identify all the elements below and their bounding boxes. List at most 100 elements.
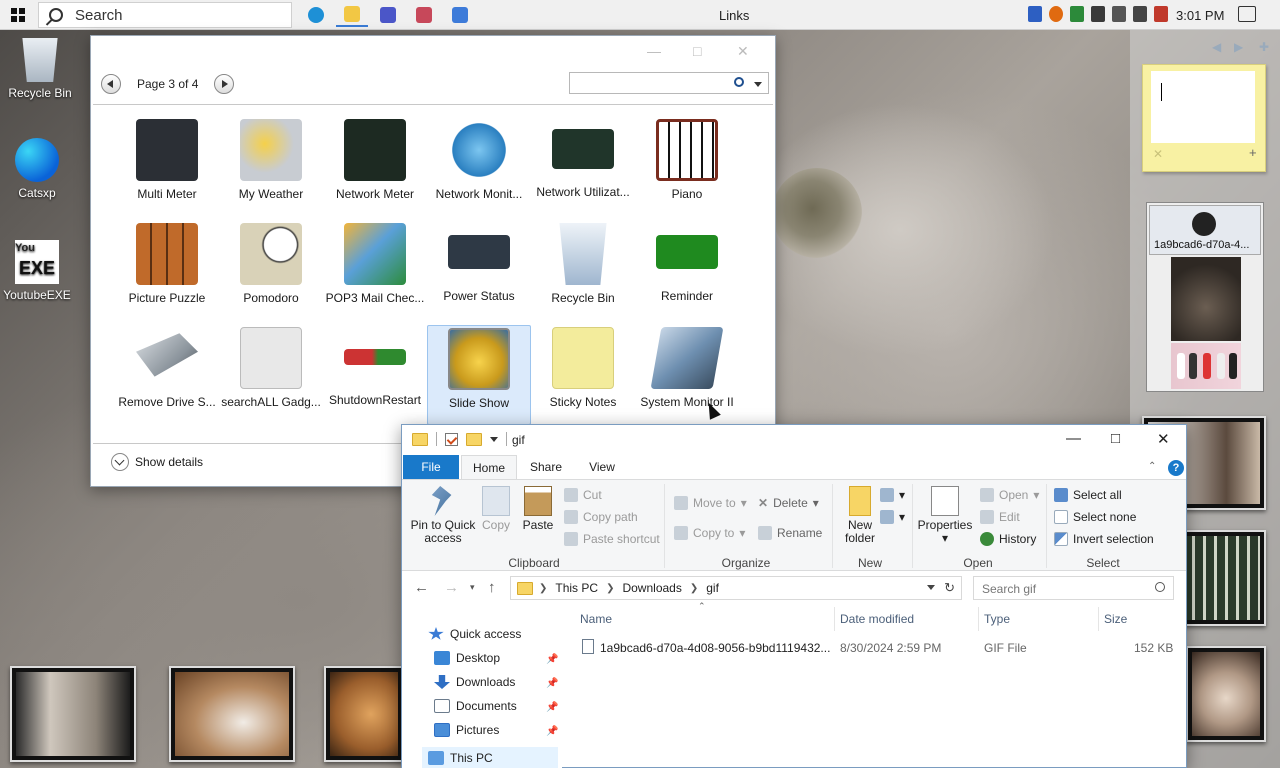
usb-icon[interactable] [1112,6,1126,22]
desktop-icon-youtubeexe[interactable]: YoutubeEXE [0,240,77,302]
desktop-icon-recycle-bin[interactable]: Recycle Bin [0,38,80,100]
column-size[interactable]: Size [1104,612,1127,626]
taskbar-clock[interactable]: 3:01 PM [1176,8,1224,23]
file-row[interactable]: 1a9bcad6-d70a-4d08-9056-b9bd1119432... 8… [572,637,1186,659]
gadget-search-input[interactable] [569,72,769,94]
notification-center-icon[interactable] [1238,6,1256,22]
sticky-add-icon[interactable]: + [1249,145,1257,160]
nav-documents[interactable]: Documents [434,699,517,713]
gadget-tile[interactable]: Network Monit... [427,117,531,217]
taskbar-app-3[interactable] [372,3,404,27]
previous-page-button[interactable] [101,74,121,94]
sidebar-next-icon[interactable]: ▶ [1234,40,1243,54]
column-type[interactable]: Type [984,612,1010,626]
sticky-note-gadget[interactable]: ✕ + [1142,64,1266,172]
gadget-tile[interactable]: Pomodoro [219,221,323,321]
nav-desktop[interactable]: Desktop [434,651,500,665]
paste-shortcut-button[interactable]: Paste shortcut [564,532,660,546]
invert-selection-button[interactable]: Invert selection [1054,532,1154,546]
column-name[interactable]: Name [580,612,612,626]
gadget-tile[interactable]: searchALL Gadg... [219,325,323,425]
pin-icon[interactable]: 📌 [546,678,558,689]
maximize-icon[interactable]: □ [693,43,701,59]
minimize-icon[interactable]: — [647,43,661,59]
desktop-icon-catsxp[interactable]: Catsxp [0,138,77,200]
sticky-delete-icon[interactable]: ✕ [1153,147,1163,161]
search-tray-icon[interactable] [1049,6,1063,22]
tab-file[interactable]: File [403,455,459,479]
edit-button[interactable]: Edit [980,510,1020,524]
move-to-button[interactable]: Move to ▾ [674,496,747,510]
maximize-icon[interactable]: □ [1111,430,1120,447]
gadget-tile[interactable]: Sticky Notes [531,325,635,425]
breadcrumb-this-pc[interactable]: This PC [555,581,598,595]
pin-icon[interactable]: 📌 [546,726,558,737]
slideshow-gadget[interactable]: 1a9bcad6-d70a-4... [1146,202,1264,392]
gadget-tile[interactable]: ShutdownRestart [323,325,427,425]
taskbar-app-5[interactable] [444,3,476,27]
nav-downloads[interactable]: Downloads [434,675,515,689]
search-dropdown-icon[interactable] [754,82,762,91]
paste-button[interactable]: Paste [518,486,558,532]
easy-access-button[interactable]: ▾ [880,510,905,524]
gadget-tile[interactable]: Reminder [635,221,739,321]
select-all-button[interactable]: Select all [1054,488,1122,502]
pin-icon[interactable]: 📌 [546,702,558,713]
refresh-icon[interactable]: ↻ [944,580,955,596]
pin-to-quick-access-button[interactable]: Pin to Quick access [408,486,478,545]
taskbar-app-4[interactable] [408,3,440,27]
up-arrow-icon[interactable]: ↑ [488,579,496,596]
show-details-toggle[interactable]: Show details [111,453,203,471]
close-icon[interactable]: ✕ [1157,430,1170,448]
taskbar-app-edge[interactable] [300,3,332,27]
desktop-photo-frame[interactable] [324,666,404,762]
pin-icon[interactable]: 📌 [546,654,558,665]
gadget-tile[interactable]: Recycle Bin [531,221,635,321]
new-folder-button[interactable]: New folder [838,486,882,545]
gadget-tile[interactable]: Remove Drive S... [115,325,219,425]
address-bar[interactable]: ❯ This PC ❯ Downloads ❯ gif ↻ [510,576,962,600]
sticky-note-text-area[interactable] [1151,71,1255,143]
column-divider[interactable] [978,607,979,631]
gadget-tile[interactable]: Network Utilizat... [531,117,635,217]
gadget-tile[interactable]: System Monitor II [635,325,739,425]
history-button[interactable]: History [980,532,1036,546]
gadget-tile[interactable]: Piano [635,117,739,217]
minimize-icon[interactable]: — [1066,430,1081,447]
breadcrumb-downloads[interactable]: Downloads [622,581,681,595]
customize-qat-icon[interactable] [490,436,498,446]
sidebar-photo-frame[interactable] [1186,646,1266,742]
column-divider[interactable] [834,607,835,631]
copy-path-button[interactable]: Copy path [564,510,638,524]
gadget-tile[interactable]: Network Meter [323,117,427,217]
properties-qat-icon[interactable] [445,432,458,446]
desktop-photo-frame[interactable] [169,666,295,762]
select-none-button[interactable]: Select none [1054,510,1136,524]
new-folder-qat-icon[interactable] [466,432,482,446]
new-item-button[interactable]: ▾ [880,488,905,502]
copy-to-button[interactable]: Copy to ▾ [674,526,745,540]
properties-button[interactable]: Properties ▾ [916,486,974,545]
recent-locations-icon[interactable]: ▾ [470,582,475,593]
search-icon[interactable] [734,77,744,87]
gadget-tile-selected[interactable]: Slide Show [427,325,531,425]
gadget-tile[interactable]: Power Status [427,221,531,321]
nav-this-pc[interactable]: This PC [422,747,558,768]
volume-muted-icon[interactable] [1154,6,1168,22]
cut-button[interactable]: Cut [564,488,602,502]
nav-pictures[interactable]: Pictures [434,723,499,737]
network-icon[interactable] [1133,6,1147,22]
column-date-modified[interactable]: Date modified [840,612,914,626]
help-icon[interactable]: ? [1168,460,1184,476]
breadcrumb-gif[interactable]: gif [706,581,719,595]
tab-share[interactable]: Share [520,455,572,479]
gadget-tile[interactable]: My Weather [219,117,323,217]
delete-button[interactable]: ✕ Delete ▾ [758,496,819,510]
nav-quick-access[interactable]: Quick access [428,627,521,641]
open-button[interactable]: Open ▾ [980,488,1039,502]
taskbar-links-toolbar[interactable]: Links [719,8,749,23]
shield-icon[interactable] [1091,6,1105,22]
tab-view[interactable]: View [576,455,628,479]
taskbar-search-box[interactable]: Search [38,2,292,28]
tab-home[interactable]: Home [461,455,517,479]
